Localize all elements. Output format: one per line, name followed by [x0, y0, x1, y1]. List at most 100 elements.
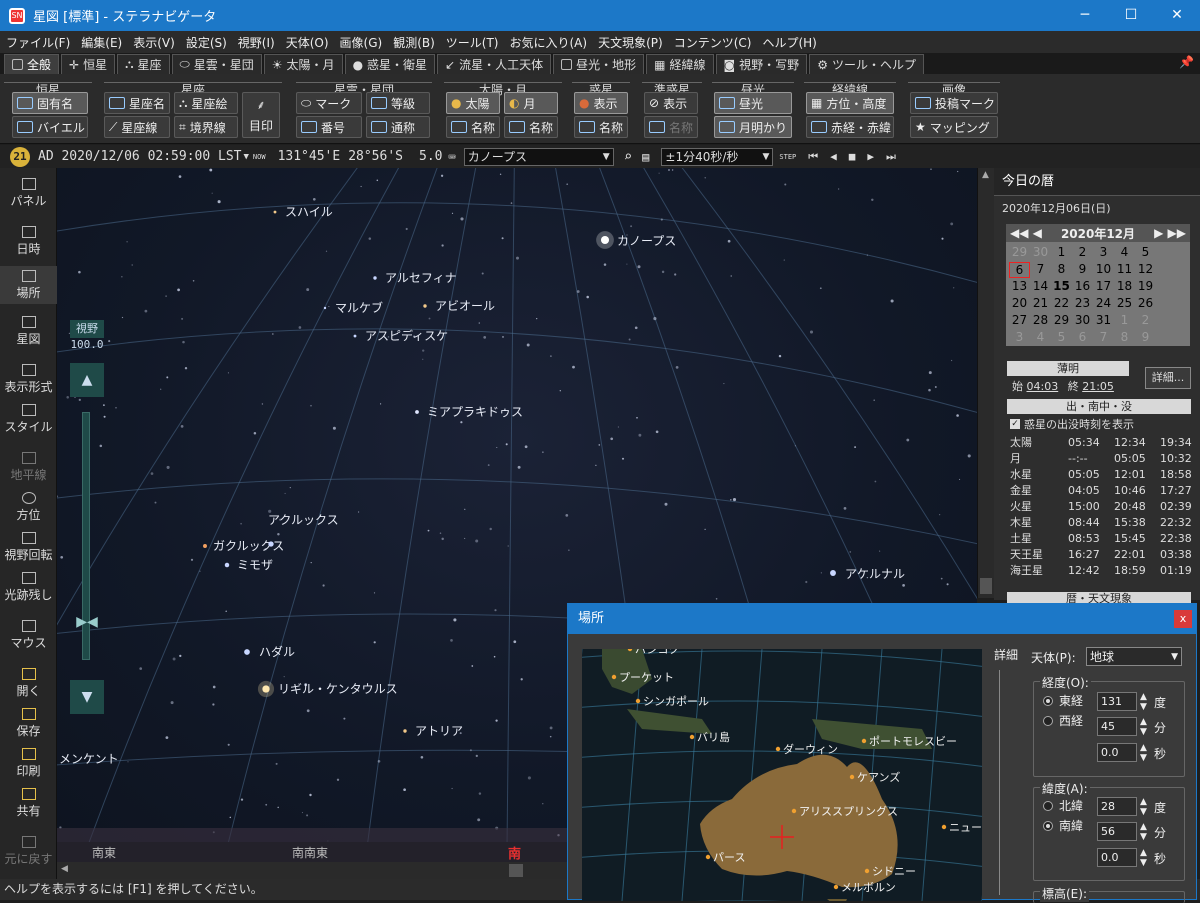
now-button[interactable]: NOW [253, 153, 266, 161]
boundary-button[interactable]: ⌗ 境界線 [174, 116, 238, 138]
play-back-icon[interactable]: ◀ [830, 150, 837, 163]
longitude-second-input[interactable]: 0.0 [1097, 743, 1137, 762]
calendar-day[interactable]: 28 [1030, 313, 1051, 329]
pin-icon[interactable]: 📌 [1179, 55, 1194, 69]
planet-name-button[interactable]: 名称 [574, 116, 628, 138]
menu-file[interactable]: ファイル(F) [6, 34, 70, 51]
daylight-button[interactable]: 昼光 [714, 92, 792, 114]
calendar-day[interactable]: 15 [1051, 279, 1072, 295]
spinner-icon[interactable]: ▲ ▼ [1140, 717, 1147, 737]
calendar-day[interactable]: 7 [1030, 262, 1051, 278]
calendar-day[interactable]: 9 [1072, 262, 1093, 278]
constellation-name-button[interactable]: 星座名 [104, 92, 170, 114]
longitude-degree-input[interactable]: 131 [1097, 692, 1137, 711]
trail-button[interactable]: 光跡残し [0, 572, 57, 603]
sun-button[interactable]: ● 太陽 [446, 92, 500, 114]
calendar-prev-button[interactable]: ◀◀ ◀ [1010, 226, 1042, 240]
moon-name-button[interactable]: 名称 [504, 116, 558, 138]
calendar-day[interactable]: 20 [1009, 296, 1030, 312]
zoom-out-button[interactable]: ▼ [70, 680, 104, 714]
spinner-icon[interactable]: ▲ ▼ [1140, 848, 1147, 868]
zoom-in-button[interactable]: ▲ [70, 363, 104, 397]
proper-name-button[interactable]: 固有名 [12, 92, 88, 114]
moonlight-button[interactable]: 月明かり [714, 116, 792, 138]
step-select[interactable]: ±1分40秒/秒 ▼ [661, 147, 774, 166]
constellation-lines-button[interactable]: ⟋ 星座線 [104, 116, 170, 138]
calendar-day[interactable]: 4 [1114, 245, 1135, 261]
tab-planets[interactable]: ● 惑星・衛星 [344, 54, 436, 74]
list-icon[interactable]: ▤ [642, 150, 649, 164]
calendar-day[interactable]: 29 [1009, 245, 1030, 261]
tab-daylight[interactable]: 昼光・地形 [553, 54, 645, 74]
minimize-button[interactable]: ─ [1062, 0, 1108, 31]
south-radio[interactable] [1043, 821, 1053, 831]
calendar-day[interactable]: 3 [1093, 245, 1114, 261]
step-button[interactable]: STEP [779, 153, 796, 161]
calendar-day[interactable]: 19 [1135, 279, 1156, 295]
tab-sun-moon[interactable]: ☀ 太陽・月 [263, 54, 343, 74]
dropdown-arrow-icon[interactable]: ▼ [244, 152, 249, 162]
calendar-next-button[interactable]: ▶ ▶▶ [1154, 226, 1186, 240]
maximize-button[interactable]: ☐ [1108, 0, 1154, 31]
world-map[interactable]: バンコク プーケット シンガポール バリ島 ダーウィン ポートモレスビー ケアンズ アリススプ… [582, 649, 982, 901]
style-button[interactable]: スタイル [0, 404, 57, 435]
north-radio[interactable] [1043, 801, 1053, 811]
calendar-day[interactable]: 2 [1135, 313, 1156, 329]
menu-view[interactable]: 表示(V) [133, 34, 175, 51]
close-button[interactable]: ✕ [1154, 0, 1200, 31]
calendar-day[interactable]: 5 [1051, 330, 1072, 346]
calendar-day[interactable]: 29 [1051, 313, 1072, 329]
sun-name-button[interactable]: 名称 [446, 116, 500, 138]
calendar-day[interactable]: 6 [1009, 262, 1030, 278]
save-button[interactable]: 保存 [0, 708, 57, 739]
display-format-button[interactable]: 表示形式 [0, 364, 57, 395]
menu-phenomena[interactable]: 天文現象(P) [598, 34, 663, 51]
ra-dec-button[interactable]: 赤経・赤緯 [806, 116, 894, 138]
twilight-detail-button[interactable]: 詳細... [1145, 367, 1191, 389]
tab-gridlines[interactable]: ▦ 経緯線 [646, 54, 714, 74]
calendar-day[interactable]: 14 [1030, 279, 1051, 295]
menu-edit[interactable]: 編集(E) [81, 34, 122, 51]
zoom-slider-handle[interactable]: ▶◀ [67, 614, 107, 630]
tab-general[interactable]: 全般 [4, 54, 60, 74]
calendar-day[interactable]: 18 [1114, 279, 1135, 295]
dwarf-planet-name-button[interactable]: 名称 [644, 116, 698, 138]
undo-button[interactable]: 元に戻す [0, 836, 57, 867]
play-icon[interactable]: ▶ [867, 150, 874, 163]
menu-settings[interactable]: 設定(S) [186, 34, 227, 51]
menu-contents[interactable]: コンテンツ(C) [674, 34, 752, 51]
dialog-close-button[interactable]: x [1174, 610, 1192, 628]
longitude-minute-input[interactable]: 45 [1097, 717, 1137, 736]
tab-nebulae[interactable]: ⬭ 星雲・星団 [171, 54, 262, 74]
calendar-day[interactable]: 21 [1030, 296, 1051, 312]
menu-object[interactable]: 天体(O) [286, 34, 329, 51]
calendar-day[interactable]: 7 [1093, 330, 1114, 346]
direction-button[interactable]: 方位 [0, 492, 57, 523]
tab-meteors[interactable]: ↙ 流星・人工天体 [437, 54, 552, 74]
scroll-thumb[interactable] [509, 864, 523, 877]
location-button[interactable]: 場所 [0, 266, 57, 304]
latitude-display[interactable]: 28°56'S [348, 149, 403, 164]
latitude-degree-input[interactable]: 28 [1097, 797, 1137, 816]
bayer-button[interactable]: バイエル [12, 116, 88, 138]
marker-button[interactable]: ⸙ 目印 [242, 92, 280, 138]
calendar-day[interactable]: 12 [1135, 262, 1156, 278]
menu-help[interactable]: ヘルプ(H) [762, 34, 816, 51]
scroll-thumb[interactable] [980, 578, 992, 594]
star-map-button[interactable]: 星図 [0, 316, 57, 347]
planet-rise-checkbox[interactable]: ✓ [1010, 419, 1020, 429]
menu-tools[interactable]: ツール(T) [446, 34, 499, 51]
menu-field[interactable]: 視野(I) [238, 34, 275, 51]
scroll-up-icon[interactable]: ▲ [982, 170, 989, 180]
calendar-day[interactable]: 10 [1093, 262, 1114, 278]
calendar-day[interactable]: 13 [1009, 279, 1030, 295]
latitude-minute-input[interactable]: 56 [1097, 822, 1137, 841]
calendar-day[interactable]: 11 [1114, 262, 1135, 278]
stop-icon[interactable]: ■ [849, 150, 856, 163]
keyboard-icon[interactable]: ⌨ [448, 150, 455, 164]
calendar-day[interactable]: 1 [1114, 313, 1135, 329]
east-radio[interactable] [1043, 696, 1053, 706]
forward-end-icon[interactable]: ⏭ [886, 150, 896, 164]
tab-constellations[interactable]: ⛬ 星座 [117, 54, 170, 74]
spinner-icon[interactable]: ▲ ▼ [1140, 692, 1147, 712]
